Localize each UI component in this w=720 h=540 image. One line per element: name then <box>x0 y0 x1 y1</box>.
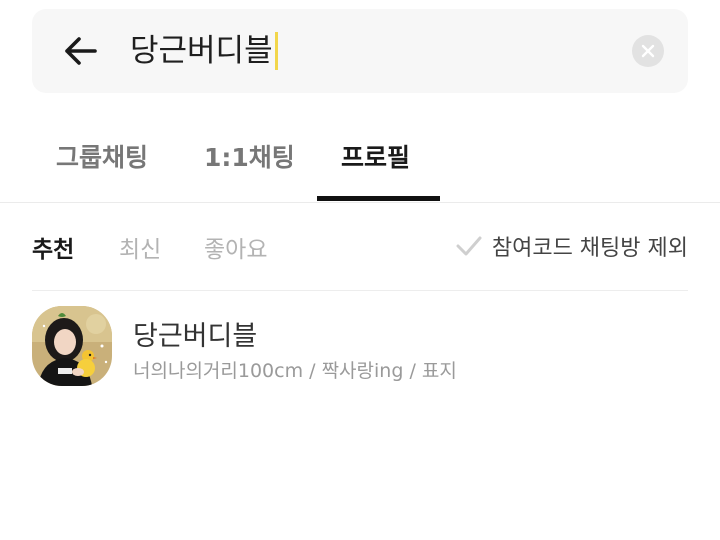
tab-profile[interactable]: 프로필 <box>341 138 410 174</box>
text-caret <box>274 32 278 70</box>
clear-search-button[interactable] <box>632 35 664 67</box>
list-divider <box>32 290 688 291</box>
search-bar: 당근버디블 <box>32 9 688 93</box>
search-tabs: 그룹채팅 1:1채팅 프로필 <box>0 120 720 203</box>
search-query-text: 당근버디블 <box>130 33 273 69</box>
profile-description: 너의나의거리100cm / 짝사랑ing / 표지 <box>133 360 457 382</box>
profile-name: 당근버디블 <box>133 321 258 352</box>
filter-latest[interactable]: 최신 <box>119 230 161 264</box>
filter-recommended[interactable]: 추천 <box>32 230 74 264</box>
arrow-left-icon <box>65 37 97 65</box>
exclude-code-chatrooms-toggle[interactable]: 참여코드 채팅방 제외 <box>456 230 688 262</box>
search-input[interactable]: 당근버디블 <box>130 27 278 75</box>
tab-group-chat[interactable]: 그룹채팅 <box>56 138 148 174</box>
filter-likes[interactable]: 좋아요 <box>204 230 267 264</box>
exclude-code-chatrooms-label: 참여코드 채팅방 제외 <box>491 236 688 261</box>
profile-result-item[interactable]: 당근버디블 너의나의거리100cm / 짝사랑ing / 표지 <box>32 306 688 388</box>
active-tab-indicator <box>317 196 440 201</box>
close-icon <box>641 44 655 58</box>
avatar <box>32 306 112 386</box>
back-button[interactable] <box>62 33 98 69</box>
sort-filters: 추천 최신 좋아요 참여코드 채팅방 제외 <box>32 222 688 268</box>
profile-search-screen: 당근버디블 그룹채팅 1:1채팅 프로필 추천 최신 좋아요 참여코드 채팅방 … <box>0 0 720 540</box>
check-icon <box>456 236 482 256</box>
tab-one-on-one-chat[interactable]: 1:1채팅 <box>204 138 295 174</box>
